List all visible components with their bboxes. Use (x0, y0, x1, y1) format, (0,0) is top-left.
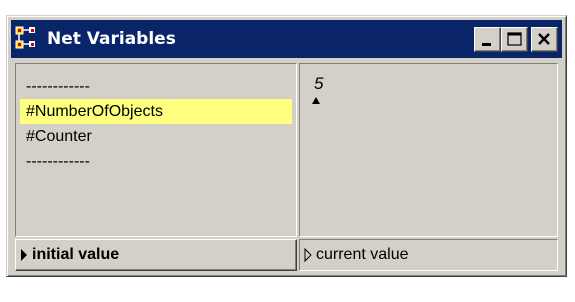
title-bar[interactable]: Net Variables (11, 20, 562, 58)
variable-list: ------------ #NumberOfObjects #Counter -… (20, 74, 292, 174)
list-item-separator[interactable]: ------------ (20, 149, 292, 174)
list-item-counter[interactable]: #Counter (20, 124, 292, 149)
close-icon (538, 32, 550, 45)
window-title: Net Variables (47, 29, 176, 49)
triangle-right-outline-icon (304, 247, 312, 263)
initial-value-label: initial value (32, 246, 120, 263)
maximize-button[interactable] (501, 26, 528, 52)
minimize-icon (482, 42, 491, 46)
maximize-icon (507, 31, 522, 46)
current-value-button[interactable]: current value (299, 239, 558, 271)
list-item-number-of-objects[interactable]: #NumberOfObjects (20, 99, 292, 124)
net-graph-icon[interactable] (15, 26, 41, 52)
list-item-separator[interactable]: ------------ (20, 74, 292, 99)
initial-value-button[interactable]: initial value (15, 239, 297, 271)
insertion-caret-icon (312, 97, 320, 104)
window-controls (474, 26, 558, 52)
net-variables-window: Net Variables ------------ #NumberOfObje… (6, 15, 567, 277)
value-pane[interactable]: 5 (299, 63, 558, 237)
triangle-right-filled-icon (21, 249, 27, 261)
close-button[interactable] (531, 26, 558, 52)
variable-value[interactable]: 5 (314, 74, 323, 94)
current-value-label: current value (316, 246, 409, 263)
minimize-button[interactable] (474, 26, 501, 52)
variable-list-pane[interactable]: ------------ #NumberOfObjects #Counter -… (15, 63, 297, 237)
window-client-area: ------------ #NumberOfObjects #Counter -… (15, 63, 558, 271)
